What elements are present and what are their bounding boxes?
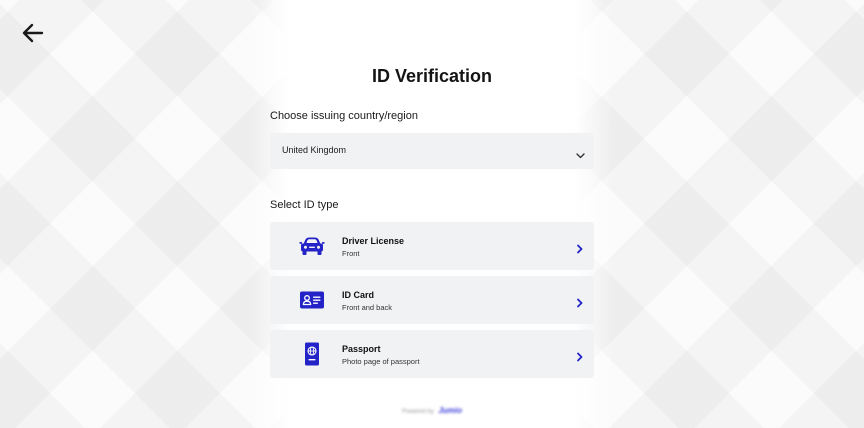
option-subtitle: Front and back: [342, 303, 393, 312]
option-title: ID Card: [342, 290, 375, 300]
id-card-icon: [298, 288, 326, 312]
option-subtitle: Photo page of passport: [342, 357, 420, 366]
id-option-passport[interactable]: Passport Photo page of passport: [270, 330, 594, 378]
option-title: Passport: [342, 344, 381, 354]
chevron-down-icon: [576, 147, 585, 165]
back-button[interactable]: [20, 20, 46, 46]
car-icon: [298, 234, 326, 258]
country-select-value: United Kingdom: [282, 145, 347, 155]
option-title: Driver License: [342, 236, 405, 246]
country-label: Choose issuing country/region: [270, 110, 418, 122]
powered-by-text: Powered by: [402, 409, 434, 415]
page-title: ID Verification: [371, 66, 493, 86]
id-option-driver-license[interactable]: Driver License Front: [270, 222, 594, 270]
passport-icon: [298, 342, 326, 366]
chevron-right-icon: [576, 241, 584, 259]
chevron-right-icon: [576, 349, 584, 367]
brand-logo: Jumio: [438, 406, 462, 415]
option-subtitle: Front: [342, 249, 360, 258]
chevron-right-icon: [576, 295, 584, 313]
country-select[interactable]: United Kingdom: [270, 133, 594, 169]
id-type-label: Select ID type: [270, 199, 339, 211]
powered-by-footer: Powered by Jumio: [0, 406, 864, 415]
id-option-id-card[interactable]: ID Card Front and back: [270, 276, 594, 324]
arrow-left-icon: [20, 20, 46, 46]
